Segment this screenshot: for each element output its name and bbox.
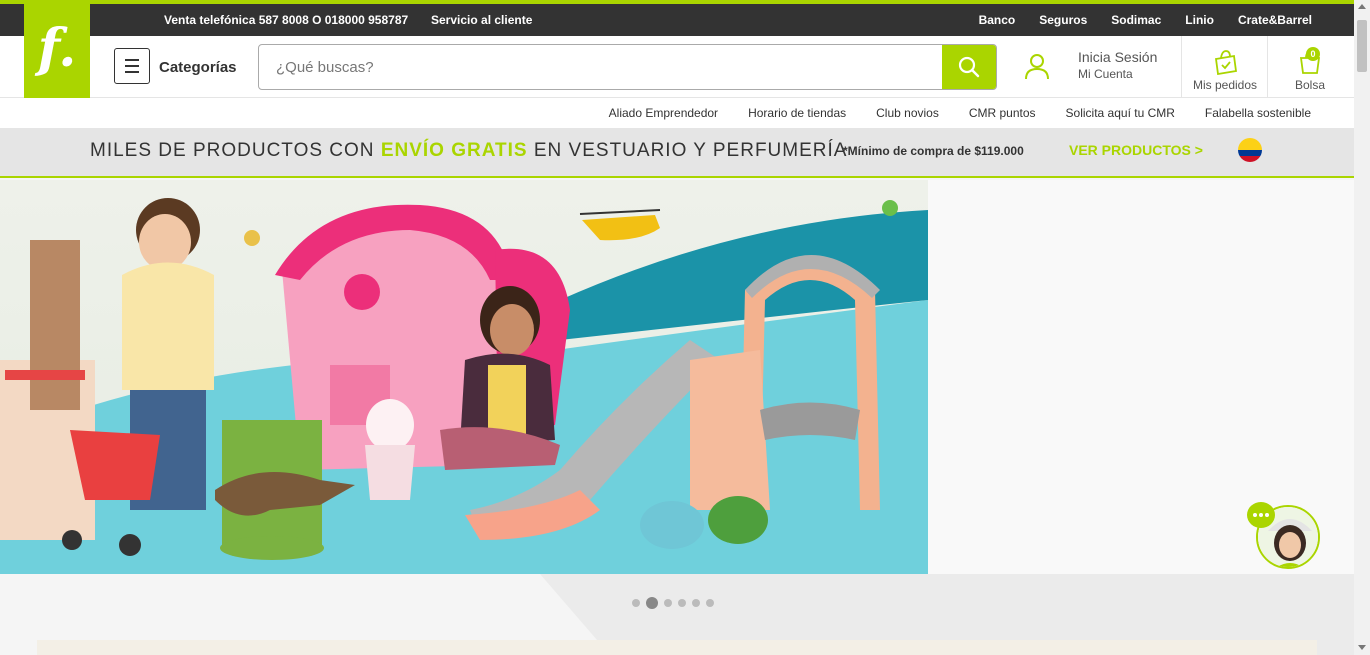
main-header: Categorías Inicia Sesión Mi Cuenta Mis p… bbox=[0, 36, 1354, 98]
divider bbox=[1181, 36, 1182, 98]
search-input[interactable] bbox=[259, 45, 943, 89]
hero-section bbox=[0, 180, 1354, 655]
top-link-banco[interactable]: Banco bbox=[979, 13, 1016, 27]
colombia-flag-icon[interactable] bbox=[1238, 138, 1262, 162]
secondary-nav: Aliado Emprendedor Horario de tiendas Cl… bbox=[0, 98, 1354, 128]
top-link-linio[interactable]: Linio bbox=[1185, 13, 1214, 27]
bag-count-badge: 0 bbox=[1306, 47, 1320, 61]
free-shipping-promo-bar: MILES DE PRODUCTOS CON ENVÍO GRATIS EN V… bbox=[0, 128, 1354, 178]
search-box bbox=[258, 44, 997, 90]
subnav-club-novios[interactable]: Club novios bbox=[876, 106, 939, 120]
shopping-bag-icon bbox=[1214, 50, 1238, 75]
chat-bubble-icon[interactable] bbox=[1247, 502, 1275, 528]
login-title[interactable]: Inicia Sesión bbox=[1078, 49, 1157, 65]
promo-minimum: *Mínimo de compra de $119.000 bbox=[843, 144, 1024, 158]
scroll-down-arrow-icon[interactable] bbox=[1358, 645, 1366, 650]
bag-button[interactable]: 0 Bolsa bbox=[1280, 36, 1340, 98]
subnav-aliado-emprendedor[interactable]: Aliado Emprendedor bbox=[609, 106, 718, 120]
my-account-link[interactable]: Mi Cuenta bbox=[1078, 67, 1133, 81]
next-section-strip bbox=[37, 640, 1317, 655]
user-icon[interactable] bbox=[1024, 52, 1050, 80]
subnav-solicita-cmr[interactable]: Solicita aquí tu CMR bbox=[1066, 106, 1175, 120]
hero-banner-image[interactable] bbox=[0, 180, 928, 574]
see-products-link[interactable]: VER PRODUCTOS > bbox=[1069, 142, 1203, 158]
categories-menu-button[interactable] bbox=[114, 48, 150, 84]
scroll-up-arrow-icon[interactable] bbox=[1358, 4, 1366, 9]
logo-mark: f. bbox=[37, 18, 77, 79]
customer-service-link[interactable]: Servicio al cliente bbox=[431, 13, 532, 27]
top-links: Banco Seguros Sodimac Linio Crate&Barrel bbox=[979, 13, 1312, 27]
search-button[interactable] bbox=[942, 45, 996, 89]
scrollbar-thumb[interactable] bbox=[1357, 20, 1367, 72]
carousel-dot[interactable] bbox=[632, 599, 640, 607]
carousel-dots bbox=[632, 597, 714, 609]
carousel-dot[interactable] bbox=[664, 599, 672, 607]
my-orders-label: Mis pedidos bbox=[1192, 78, 1258, 92]
my-orders-button[interactable]: Mis pedidos bbox=[1188, 36, 1262, 98]
subnav-falabella-sostenible[interactable]: Falabella sostenible bbox=[1205, 106, 1311, 120]
falabella-logo[interactable]: f. bbox=[24, 0, 90, 98]
search-icon bbox=[958, 56, 980, 78]
top-bar: Venta telefónica 587 8008 O 018000 95878… bbox=[0, 0, 1354, 36]
hamburger-icon bbox=[125, 59, 139, 61]
top-link-sodimac[interactable]: Sodimac bbox=[1111, 13, 1161, 27]
carousel-dot-active[interactable] bbox=[646, 597, 658, 609]
divider bbox=[1267, 36, 1268, 98]
subnav-cmr-puntos[interactable]: CMR puntos bbox=[969, 106, 1036, 120]
promo-highlight: ENVÍO GRATIS bbox=[380, 140, 528, 161]
top-link-crate-barrel[interactable]: Crate&Barrel bbox=[1238, 13, 1312, 27]
subnav-horario-tiendas[interactable]: Horario de tiendas bbox=[748, 106, 846, 120]
bag-label: Bolsa bbox=[1294, 78, 1326, 92]
carousel-dot[interactable] bbox=[678, 599, 686, 607]
carousel-dot[interactable] bbox=[692, 599, 700, 607]
categories-label[interactable]: Categorías bbox=[159, 59, 237, 76]
carousel-dot[interactable] bbox=[706, 599, 714, 607]
page-scrollbar[interactable] bbox=[1354, 0, 1370, 655]
top-link-seguros[interactable]: Seguros bbox=[1039, 13, 1087, 27]
phone-sales-text: Venta telefónica 587 8008 O 018000 95878… bbox=[164, 13, 409, 27]
promo-message: MILES DE PRODUCTOS CON ENVÍO GRATIS EN V… bbox=[90, 140, 848, 161]
